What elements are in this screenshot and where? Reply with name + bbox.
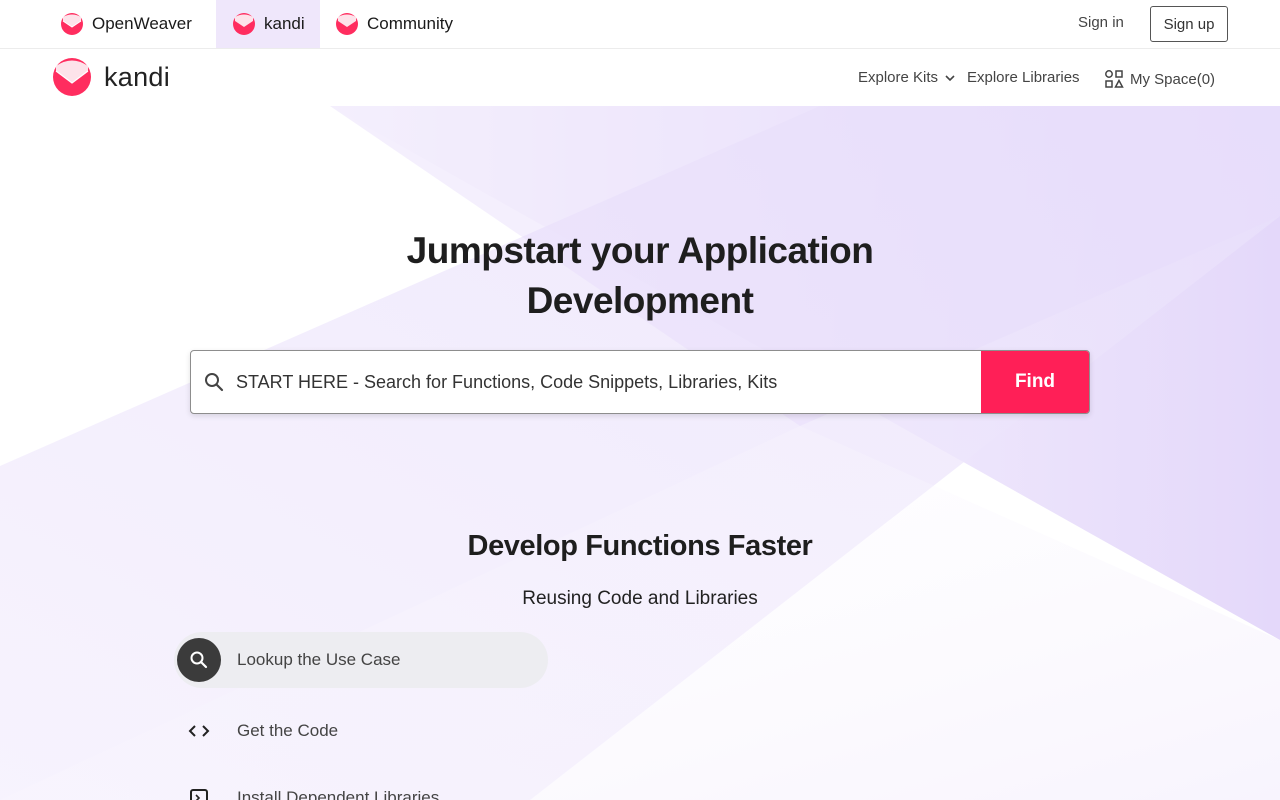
- search-input[interactable]: [234, 351, 974, 413]
- step-lookup-use-case[interactable]: Lookup the Use Case: [174, 632, 548, 688]
- hero-background: [0, 106, 1280, 800]
- section-title: Develop Functions Faster: [467, 530, 813, 562]
- sign-in-link[interactable]: Sign in: [1078, 14, 1124, 31]
- product-tab-label: kandi: [264, 14, 305, 33]
- hero-section: Jumpstart your Application Development F…: [0, 106, 1280, 800]
- shapes-icon: [1105, 70, 1124, 88]
- step-label: Lookup the Use Case: [237, 650, 401, 669]
- explore-libraries-link[interactable]: Explore Libraries: [967, 69, 1080, 86]
- step-icon-circle: [177, 638, 221, 682]
- sign-up-button[interactable]: Sign up: [1150, 6, 1228, 42]
- hero-headline: Jumpstart your Application Development: [340, 226, 940, 326]
- section-subtitle: Reusing Code and Libraries: [522, 588, 758, 609]
- step-icon-circle: [177, 776, 221, 800]
- explore-kits-dropdown[interactable]: Explore Kits: [858, 69, 956, 86]
- find-button[interactable]: Find: [981, 351, 1089, 413]
- step-label: Install Dependent Libraries: [237, 788, 440, 800]
- step-label: Get the Code: [237, 721, 339, 740]
- community-logo-icon: [336, 13, 358, 35]
- explore-kits-label: Explore Kits: [858, 69, 939, 86]
- kandi-logo-icon: [233, 13, 255, 35]
- main-header: kandi Explore Kits Explore Libraries My …: [0, 49, 1280, 106]
- hero-headline-line2: Development: [526, 280, 754, 321]
- hero-headline-line1: Jumpstart your Application: [406, 230, 874, 271]
- brand-name: kandi: [104, 61, 171, 92]
- product-tab-label: Community: [367, 14, 453, 33]
- product-tab-openweaver[interactable]: OpenWeaver: [60, 0, 192, 48]
- brand-logo-link[interactable]: kandi: [52, 57, 170, 97]
- chevron-down-icon: [945, 74, 955, 81]
- code-icon: [188, 725, 210, 737]
- product-bar: OpenWeaver kandi Community Sign in Sign …: [0, 0, 1280, 49]
- explore-libraries-label: Explore Libraries: [967, 69, 1080, 86]
- search-bar: Find: [190, 350, 1090, 414]
- product-tab-label: OpenWeaver: [92, 14, 192, 33]
- search-icon: [205, 373, 224, 392]
- search-icon: [190, 651, 208, 669]
- step-icon-circle: [177, 709, 221, 753]
- product-tab-community[interactable]: Community: [335, 0, 453, 48]
- openweaver-logo-icon: [61, 13, 83, 35]
- library-icon: [190, 789, 208, 800]
- product-tab-kandi[interactable]: kandi: [216, 0, 320, 48]
- kandi-logo-icon: [53, 58, 91, 96]
- my-space-link[interactable]: My Space(0): [1104, 69, 1215, 89]
- step-get-the-code[interactable]: Get the Code: [174, 703, 548, 759]
- my-space-label: My Space(0): [1130, 70, 1216, 88]
- step-install-libraries[interactable]: Install Dependent Libraries: [174, 770, 548, 800]
